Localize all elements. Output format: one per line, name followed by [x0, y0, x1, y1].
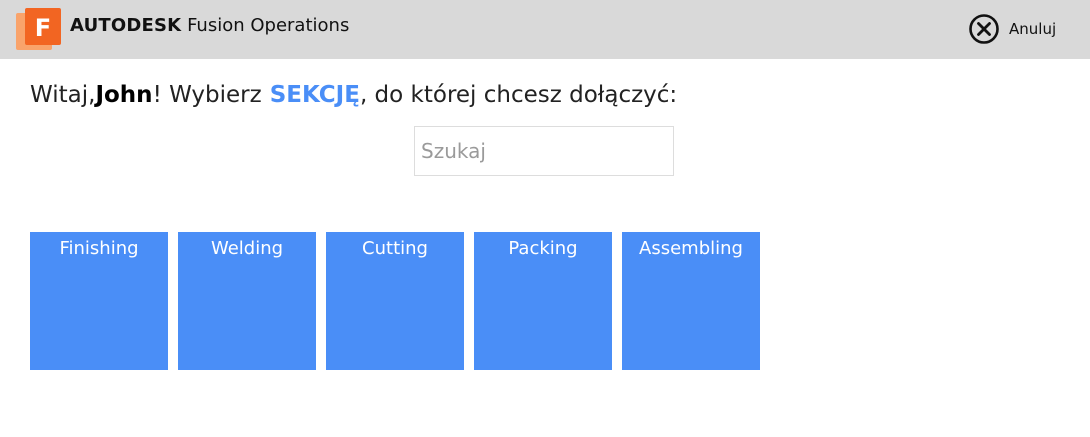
search-input[interactable] [414, 126, 674, 176]
section-word: SEKCJĘ [269, 82, 360, 108]
greeting-heading: Witaj,John! Wybierz SEKCJĘ, do której chc… [30, 79, 677, 111]
greeting-suffix: , do której chcesz dołączyć: [359, 82, 678, 108]
fusion-logo-icon: F [16, 8, 61, 50]
cancel-label: Anuluj [1009, 20, 1057, 38]
brand-name: AUTODESK [70, 15, 182, 36]
product-name: Fusion Operations [187, 15, 350, 36]
section-tile-finishing[interactable]: Finishing [30, 232, 168, 370]
cancel-button[interactable]: Anuluj [968, 13, 1056, 45]
greeting-prefix: Witaj, [30, 82, 96, 108]
section-tile-assembling[interactable]: Assembling [622, 232, 760, 370]
greeting-middle: ! Wybierz [152, 82, 262, 108]
close-circle-icon [968, 13, 1000, 45]
user-name: John [95, 82, 153, 108]
app-title: AUTODESK Fusion Operations [70, 14, 349, 38]
app-header: F AUTODESK Fusion Operations Anuluj [0, 0, 1090, 59]
section-tiles: Finishing Welding Cutting Packing Assemb… [30, 232, 770, 370]
section-tile-cutting[interactable]: Cutting [326, 232, 464, 370]
logo-letter: F [35, 14, 51, 42]
section-tile-packing[interactable]: Packing [474, 232, 612, 370]
section-tile-welding[interactable]: Welding [178, 232, 316, 370]
